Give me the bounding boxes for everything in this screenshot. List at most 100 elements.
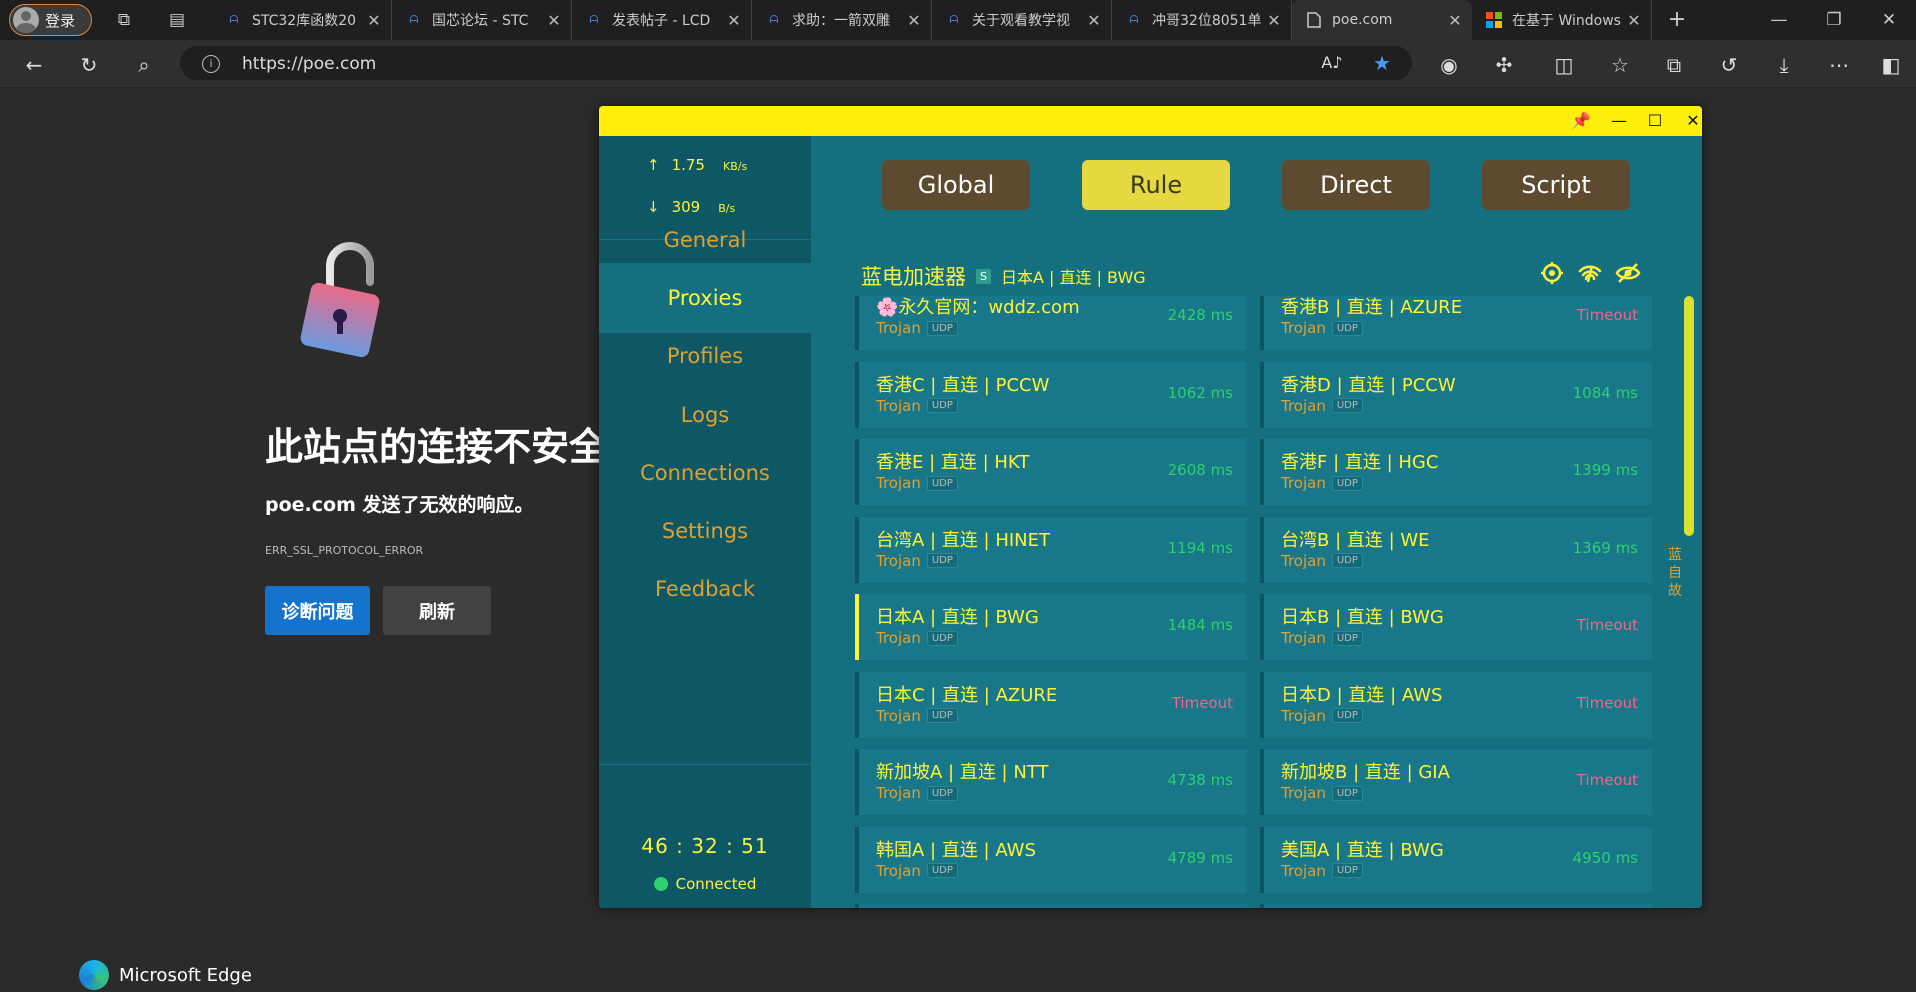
proxy-card[interactable]: 香港F | 直连 | HGC Trojan UDP 1399 ms — [1260, 439, 1652, 505]
proxy-delay[interactable]: Timeout — [1577, 694, 1638, 712]
tab-close-icon[interactable]: ✕ — [1444, 11, 1466, 30]
proxy-card[interactable]: 台湾B | 直连 | WE Trojan UDP 1369 ms — [1260, 516, 1652, 583]
edge-logo-icon — [79, 960, 109, 990]
proxy-card[interactable]: 新加坡A | 直连 | NTT Trojan UDP 4738 ms — [855, 749, 1247, 815]
proxy-delay[interactable]: 2608 ms — [1168, 461, 1233, 479]
proxy-delay[interactable]: 4950 ms — [1573, 849, 1638, 867]
proxy-type: Trojan UDP — [1281, 552, 1363, 570]
clash-titlebar[interactable]: 📌 — ☐ ✕ — [599, 106, 1702, 136]
proxy-delay[interactable]: 1399 ms — [1573, 461, 1638, 479]
proxy-card[interactable]: 美国A | 直连 | BWG Trojan UDP 4950 ms — [1260, 826, 1652, 893]
mode-script-button[interactable]: Script — [1482, 160, 1630, 210]
workspaces-icon[interactable]: ⧉ — [114, 10, 134, 30]
site-info-icon[interactable]: i — [202, 55, 220, 73]
favorites-icon[interactable]: ☆ — [1608, 53, 1632, 77]
proxy-card[interactable]: 香港E | 直连 | HKT Trojan UDP 2608 ms — [855, 439, 1247, 505]
mode-rule-button[interactable]: Rule — [1082, 160, 1230, 210]
history-icon[interactable]: ↺ — [1717, 53, 1741, 77]
login-button[interactable]: 登录 — [9, 4, 92, 36]
split-screen-icon[interactable]: ◫ — [1552, 53, 1576, 77]
browser-tab[interactable]: ᗩ 冲哥32位8051单 ✕ — [1112, 0, 1292, 40]
proxy-card[interactable]: 日本A | 直连 | BWG Trojan UDP 1484 ms — [855, 594, 1247, 660]
pin-icon[interactable]: 📌 — [1570, 110, 1592, 132]
proxy-card[interactable]: 🌸永久官网：wddz.com Trojan UDP 2428 ms — [855, 296, 1247, 350]
tab-close-icon[interactable]: ✕ — [903, 11, 925, 30]
sidebar-toggle-icon[interactable]: ◧ — [1879, 53, 1903, 77]
proxy-delay[interactable]: Timeout — [1577, 616, 1638, 634]
proxy-card[interactable]: 香港D | 直连 | PCCW Trojan UDP 1084 ms — [1260, 361, 1652, 428]
proxy-card[interactable] — [1260, 904, 1652, 908]
proxy-delay[interactable]: 1369 ms — [1573, 539, 1638, 557]
back-icon[interactable]: ← — [22, 53, 46, 77]
tab-close-icon[interactable]: ✕ — [1623, 11, 1645, 30]
browser-tab[interactable]: ᗩ STC32库函数20 ✕ — [212, 0, 392, 40]
proxy-delay[interactable]: Timeout — [1172, 694, 1233, 712]
proxy-card[interactable]: 香港C | 直连 | PCCW Trojan UDP 1062 ms — [855, 361, 1247, 428]
collections-icon[interactable]: ⧉ — [1662, 53, 1686, 77]
windows-icon — [1486, 12, 1502, 28]
locate-icon[interactable] — [1539, 260, 1565, 286]
proxy-card[interactable]: 日本C | 直连 | AZURE Trojan UDP Timeout — [855, 671, 1247, 738]
tab-close-icon[interactable]: ✕ — [543, 11, 565, 30]
clash-close-icon[interactable]: ✕ — [1682, 110, 1702, 132]
hide-unavailable-icon[interactable] — [1615, 260, 1641, 286]
downloads-icon[interactable]: ⤓ — [1772, 53, 1796, 77]
proxy-delay[interactable]: Timeout — [1577, 306, 1638, 324]
udp-badge: UDP — [926, 863, 958, 878]
extensions-icon[interactable]: ✣ — [1492, 53, 1516, 77]
mode-global-button[interactable]: Global — [882, 160, 1030, 210]
udp-badge: UDP — [1331, 553, 1363, 568]
latency-test-icon[interactable] — [1577, 260, 1603, 286]
refresh-button[interactable]: 刷新 — [383, 586, 491, 635]
diagnose-button[interactable]: 诊断问题 — [265, 586, 370, 635]
browser-tab[interactable]: ᗩ 国芯论坛 - STC ✕ — [392, 0, 572, 40]
browser-tab[interactable]: 在基于 Windows ✕ — [1472, 0, 1652, 40]
tab-close-icon[interactable]: ✕ — [1083, 11, 1105, 30]
browser-tab[interactable]: ᗩ 发表帖子 - LCD ✕ — [572, 0, 752, 40]
tab-actions-icon[interactable]: ▤ — [167, 10, 187, 30]
proxy-delay[interactable]: 1084 ms — [1573, 384, 1638, 402]
proxy-list-scrollbar[interactable] — [1684, 296, 1694, 536]
proxy-delay[interactable]: 1194 ms — [1168, 539, 1233, 557]
read-aloud-icon[interactable]: A♪ — [1320, 51, 1344, 75]
proxy-delay[interactable]: 4738 ms — [1168, 771, 1233, 789]
search-icon[interactable]: ⌕ — [132, 53, 156, 77]
proxy-card[interactable]: 日本B | 直连 | BWG Trojan UDP Timeout — [1260, 594, 1652, 660]
proxy-card[interactable]: 新加坡B | 直连 | GIA Trojan UDP Timeout — [1260, 749, 1652, 815]
browser-tab[interactable]: ᗩ 求助：一箭双雕 ✕ — [752, 0, 932, 40]
more-menu-icon[interactable]: ⋯ — [1827, 53, 1851, 77]
minimize-icon[interactable]: — — [1769, 10, 1789, 30]
proxy-delay[interactable]: 1062 ms — [1168, 384, 1233, 402]
proxy-card[interactable]: 台湾A | 直连 | HINET Trojan UDP 1194 ms — [855, 516, 1247, 583]
url-field[interactable]: i https://poe.com A♪ ★ — [180, 46, 1412, 80]
proxy-card[interactable]: 日本D | 直连 | AWS Trojan UDP Timeout — [1260, 671, 1652, 738]
proxy-card[interactable] — [855, 904, 1247, 908]
refresh-icon[interactable]: ↻ — [77, 53, 101, 77]
nav-item-feedback[interactable]: Feedback — [599, 554, 811, 624]
mode-direct-button[interactable]: Direct — [1282, 160, 1430, 210]
proxy-delay[interactable]: Timeout — [1577, 771, 1638, 789]
proxy-delay[interactable]: 4789 ms — [1168, 849, 1233, 867]
tab-close-icon[interactable]: ✕ — [723, 11, 745, 30]
proxy-card[interactable]: 韩国A | 直连 | AWS Trojan UDP 4789 ms — [855, 826, 1247, 893]
proxy-group-header[interactable]: 蓝电加速器 S 日本A | 直连 | BWG — [861, 261, 1146, 291]
clash-maximize-icon[interactable]: ☐ — [1644, 110, 1666, 132]
proxy-name: 美国A | 直连 | BWG — [1281, 839, 1444, 861]
favorite-star-icon[interactable]: ★ — [1370, 51, 1394, 75]
extension-app-icon[interactable]: ◉ — [1437, 53, 1461, 77]
tab-close-icon[interactable]: ✕ — [1263, 11, 1285, 30]
proxy-protocol: Trojan — [876, 706, 921, 725]
proxy-delay[interactable]: 2428 ms — [1168, 306, 1233, 324]
close-window-icon[interactable]: ✕ — [1879, 10, 1899, 30]
browser-tab[interactable]: ᗩ 关于观看教学视 ✕ — [932, 0, 1112, 40]
proxy-card[interactable]: 香港B | 直连 | AZURE Trojan UDP Timeout — [1260, 296, 1652, 350]
proxy-delay[interactable]: 1484 ms — [1168, 616, 1233, 634]
proxy-protocol: Trojan — [1281, 706, 1326, 725]
clash-minimize-icon[interactable]: — — [1608, 110, 1630, 132]
tab-close-icon[interactable]: ✕ — [363, 11, 385, 30]
new-tab-icon[interactable]: + — [1667, 9, 1687, 31]
browser-tab[interactable]: poe.com ✕ — [1292, 0, 1472, 40]
proxy-name: 韩国A | 直连 | AWS — [876, 839, 1036, 861]
restore-icon[interactable]: ❐ — [1824, 10, 1844, 30]
tab-bar: 登录 ⧉ ▤ ᗩ STC32库函数20 ✕ ᗩ 国芯论坛 - STC ✕ ᗩ 发表帖子 - L… — [0, 0, 1916, 40]
